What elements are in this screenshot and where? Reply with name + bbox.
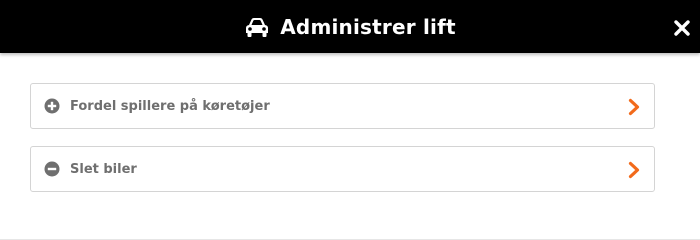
option-label: Fordel spillere på køretøjer [70, 98, 270, 114]
close-icon [674, 20, 690, 36]
distribute-players-option[interactable]: Fordel spillere på køretøjer [30, 83, 655, 129]
car-icon [246, 17, 269, 37]
modal-header: Administrer lift [0, 0, 700, 53]
chevron-right-icon [628, 98, 640, 116]
manage-rides-modal: Administrer lift Fordel spillere på køre… [0, 0, 700, 240]
header-title-group: Administrer lift [0, 0, 700, 53]
delete-cars-option[interactable]: Slet biler [30, 146, 655, 192]
minus-circle-icon [44, 161, 60, 177]
plus-circle-icon [44, 98, 60, 114]
chevron-right-icon [628, 161, 640, 179]
option-label: Slet biler [70, 161, 137, 177]
option-list: Fordel spillere på køretøjer Slet biler [30, 83, 655, 209]
close-button[interactable] [674, 20, 690, 36]
modal-title: Administrer lift [280, 14, 456, 39]
